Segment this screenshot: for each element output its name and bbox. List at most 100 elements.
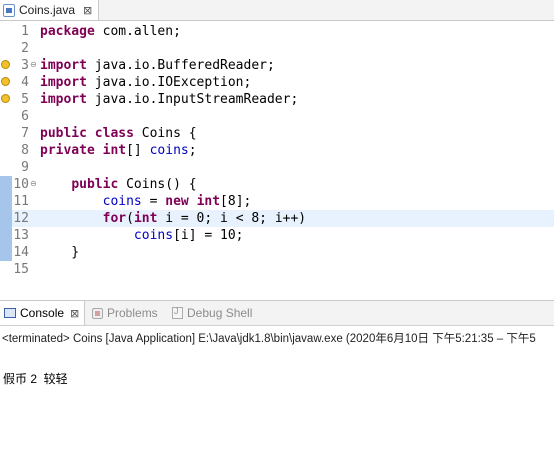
ruler-gutter xyxy=(0,40,12,57)
console-status-line: <terminated> Coins [Java Application] E:… xyxy=(2,333,536,345)
code-token: Coins { xyxy=(133,126,197,141)
keyword-token: private xyxy=(40,143,95,158)
problems-icon xyxy=(92,307,103,319)
bottom-views-panel: Console ⊠ Problems Debug Shell <terminat… xyxy=(0,300,554,474)
keyword-token: public xyxy=(71,177,119,192)
code-line[interactable]: 7 public class Coins { xyxy=(0,125,554,142)
line-number: 10 xyxy=(13,177,29,192)
code-line[interactable]: 8 private int[] coins; xyxy=(0,142,554,159)
editor-tab-coins-java[interactable]: Coins.java ⊠ xyxy=(0,0,99,20)
keyword-token: package xyxy=(40,24,95,39)
code-line[interactable]: 13 coins[i] = 10; xyxy=(0,227,554,244)
code-token: [8]; xyxy=(220,194,252,209)
ruler-gutter xyxy=(0,142,12,159)
keyword-token: class xyxy=(94,126,134,141)
code-text: import java.io.InputStreamReader; xyxy=(40,91,298,108)
debug-shell-icon xyxy=(172,306,183,319)
fold-toggle-icon[interactable]: ⊖ xyxy=(30,60,37,69)
code-text: public class Coins { xyxy=(40,125,197,142)
line-number: 3 xyxy=(21,58,29,73)
line-number: 14 xyxy=(13,245,29,260)
code-line[interactable]: 9 xyxy=(0,159,554,176)
ruler-gutter xyxy=(0,108,12,125)
console-output[interactable]: 假币 2 较轻 xyxy=(3,370,68,387)
code-token: ( xyxy=(126,211,134,226)
line-number: 12 xyxy=(13,211,29,226)
line-number: 8 xyxy=(21,143,29,158)
line-number: 13 xyxy=(13,228,29,243)
field-token: coins xyxy=(133,228,174,243)
tab-problems-label: Problems xyxy=(107,306,158,320)
code-editor[interactable]: 1 package com.allen; 2 3 ⊖ import java.io.Buf… xyxy=(0,21,554,287)
field-token: coins xyxy=(102,194,142,209)
line-number: 2 xyxy=(21,41,29,56)
code-token: i = 0; i < 8; i++) xyxy=(157,211,307,226)
code-text: coins = new int[8]; xyxy=(40,193,252,210)
code-text: package com.allen; xyxy=(40,23,181,40)
line-number: 4 xyxy=(21,75,29,90)
warning-icon[interactable] xyxy=(1,94,10,103)
line-number: 6 xyxy=(21,109,29,124)
code-token: ; xyxy=(188,143,197,158)
code-line[interactable]: 12 for(int i = 0; i < 8; i++) xyxy=(0,210,554,227)
keyword-token: import xyxy=(40,75,87,90)
line-number: 1 xyxy=(21,24,29,39)
close-icon[interactable]: ⊠ xyxy=(83,4,92,17)
line-number: 9 xyxy=(21,160,29,175)
code-line[interactable]: 15 xyxy=(0,261,554,278)
close-icon[interactable]: ⊠ xyxy=(70,307,79,320)
code-text: import java.io.IOException; xyxy=(40,74,251,91)
editor-tab-bar: Coins.java ⊠ xyxy=(0,0,554,21)
tab-console-label: Console xyxy=(20,306,65,320)
code-line[interactable]: 4 import java.io.IOException; xyxy=(0,74,554,91)
code-token: = xyxy=(141,194,166,209)
code-line[interactable]: 10 ⊖ public Coins() { xyxy=(0,176,554,193)
code-text: public Coins() { xyxy=(40,176,196,193)
keyword-token: import xyxy=(40,58,87,73)
warning-icon[interactable] xyxy=(1,77,10,86)
code-token: com.allen; xyxy=(94,24,181,39)
java-file-icon xyxy=(3,3,15,17)
ruler-gutter xyxy=(0,125,12,142)
code-text: for(int i = 0; i < 8; i++) xyxy=(40,210,307,227)
keyword-token: int xyxy=(196,194,221,209)
tab-console[interactable]: Console ⊠ xyxy=(0,301,85,325)
code-line[interactable]: 6 xyxy=(0,108,554,125)
code-text: } xyxy=(40,244,79,261)
keyword-token: int xyxy=(102,143,127,158)
code-text: import java.io.BufferedReader; xyxy=(40,57,275,74)
code-line[interactable]: 2 xyxy=(0,40,554,57)
code-line[interactable]: 14 } xyxy=(0,244,554,261)
change-ruler-mark xyxy=(0,176,12,193)
change-ruler-mark xyxy=(0,244,12,261)
keyword-token: new xyxy=(165,194,189,209)
line-number: 7 xyxy=(21,126,29,141)
change-ruler-mark xyxy=(0,227,12,244)
tab-problems[interactable]: Problems xyxy=(86,301,166,325)
code-line[interactable]: 1 package com.allen; xyxy=(0,23,554,40)
field-token: coins xyxy=(149,143,189,158)
fold-toggle-icon[interactable]: ⊖ xyxy=(30,179,37,188)
code-token: [i] = 10; xyxy=(173,228,244,243)
code-token: [] xyxy=(126,143,150,158)
editor-tab-label: Coins.java xyxy=(19,3,76,17)
code-token: java.io.IOException; xyxy=(86,75,252,90)
code-token: } xyxy=(40,245,80,260)
code-line[interactable]: 5 import java.io.InputStreamReader; xyxy=(0,91,554,108)
warning-icon[interactable] xyxy=(1,60,10,69)
change-ruler-mark xyxy=(0,193,12,210)
tab-debug-shell[interactable]: Debug Shell xyxy=(166,301,266,325)
keyword-token: public xyxy=(40,126,87,141)
console-icon xyxy=(4,308,16,318)
ruler-gutter xyxy=(0,159,12,176)
line-number: 15 xyxy=(13,262,29,277)
code-line[interactable]: 11 coins = new int[8]; xyxy=(0,193,554,210)
code-line[interactable]: 3 ⊖ import java.io.BufferedReader; xyxy=(0,57,554,74)
code-token: java.io.BufferedReader; xyxy=(86,58,275,73)
